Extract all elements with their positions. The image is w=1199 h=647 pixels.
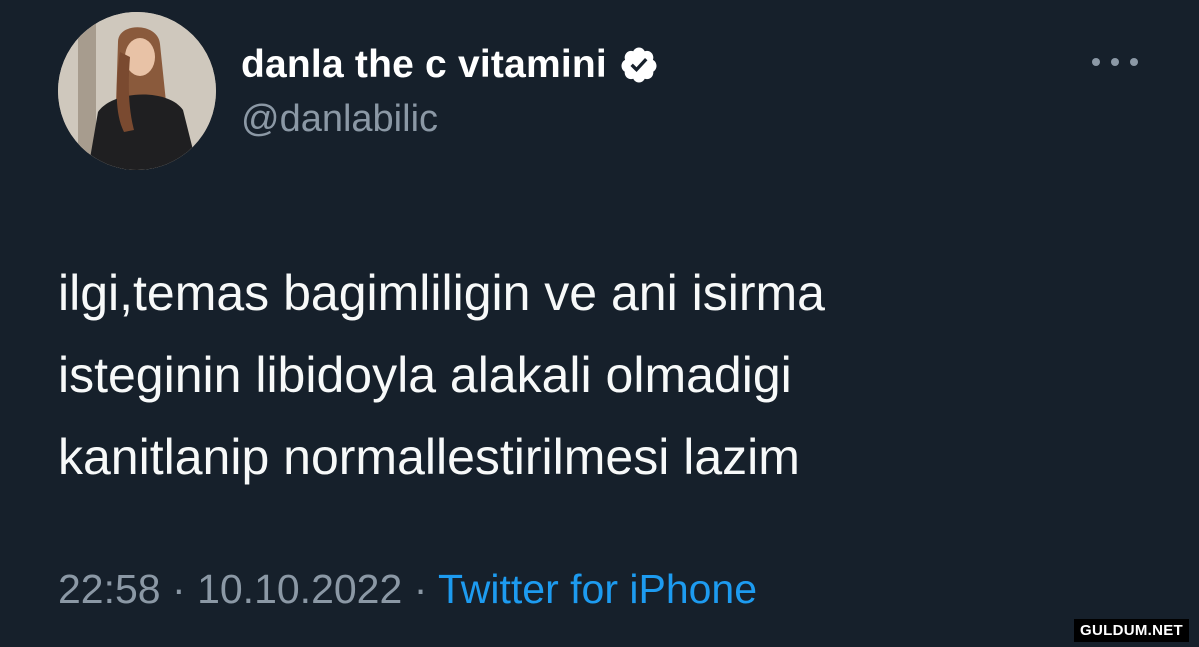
tweet-text-line: kanitlanip normallestirilmesi lazim [58, 429, 800, 485]
more-options-icon[interactable] [1092, 50, 1138, 74]
separator: · [172, 566, 186, 612]
dot-icon [1130, 58, 1138, 66]
author-name-row[interactable]: danla the c vitamini [241, 40, 659, 90]
tweet-text-line: ilgi,temas bagimliligin ve ani isirma [58, 265, 825, 321]
tweet-text: ilgi,temas bagimliligin ve ani isirma is… [58, 252, 1138, 498]
verified-badge-icon [621, 47, 657, 83]
avatar[interactable] [58, 12, 216, 170]
separator: · [413, 566, 428, 612]
tweet-time[interactable]: 22:58 [58, 566, 161, 612]
dot-icon [1092, 58, 1100, 66]
tweet-metadata: 22:58 · 10.10.2022 · Twitter for iPhone [58, 566, 757, 613]
tweet-text-line: isteginin libidoyla alakali olmadigi [58, 347, 792, 403]
display-name[interactable]: danla the c vitamini [241, 43, 607, 87]
username-handle[interactable]: @danlabilic [241, 98, 438, 141]
dot-icon [1111, 58, 1119, 66]
tweet-date[interactable]: 10.10.2022 [197, 566, 402, 612]
watermark: GULDUM.NET [1074, 619, 1189, 642]
tweet-source-link[interactable]: Twitter for iPhone [438, 566, 757, 612]
